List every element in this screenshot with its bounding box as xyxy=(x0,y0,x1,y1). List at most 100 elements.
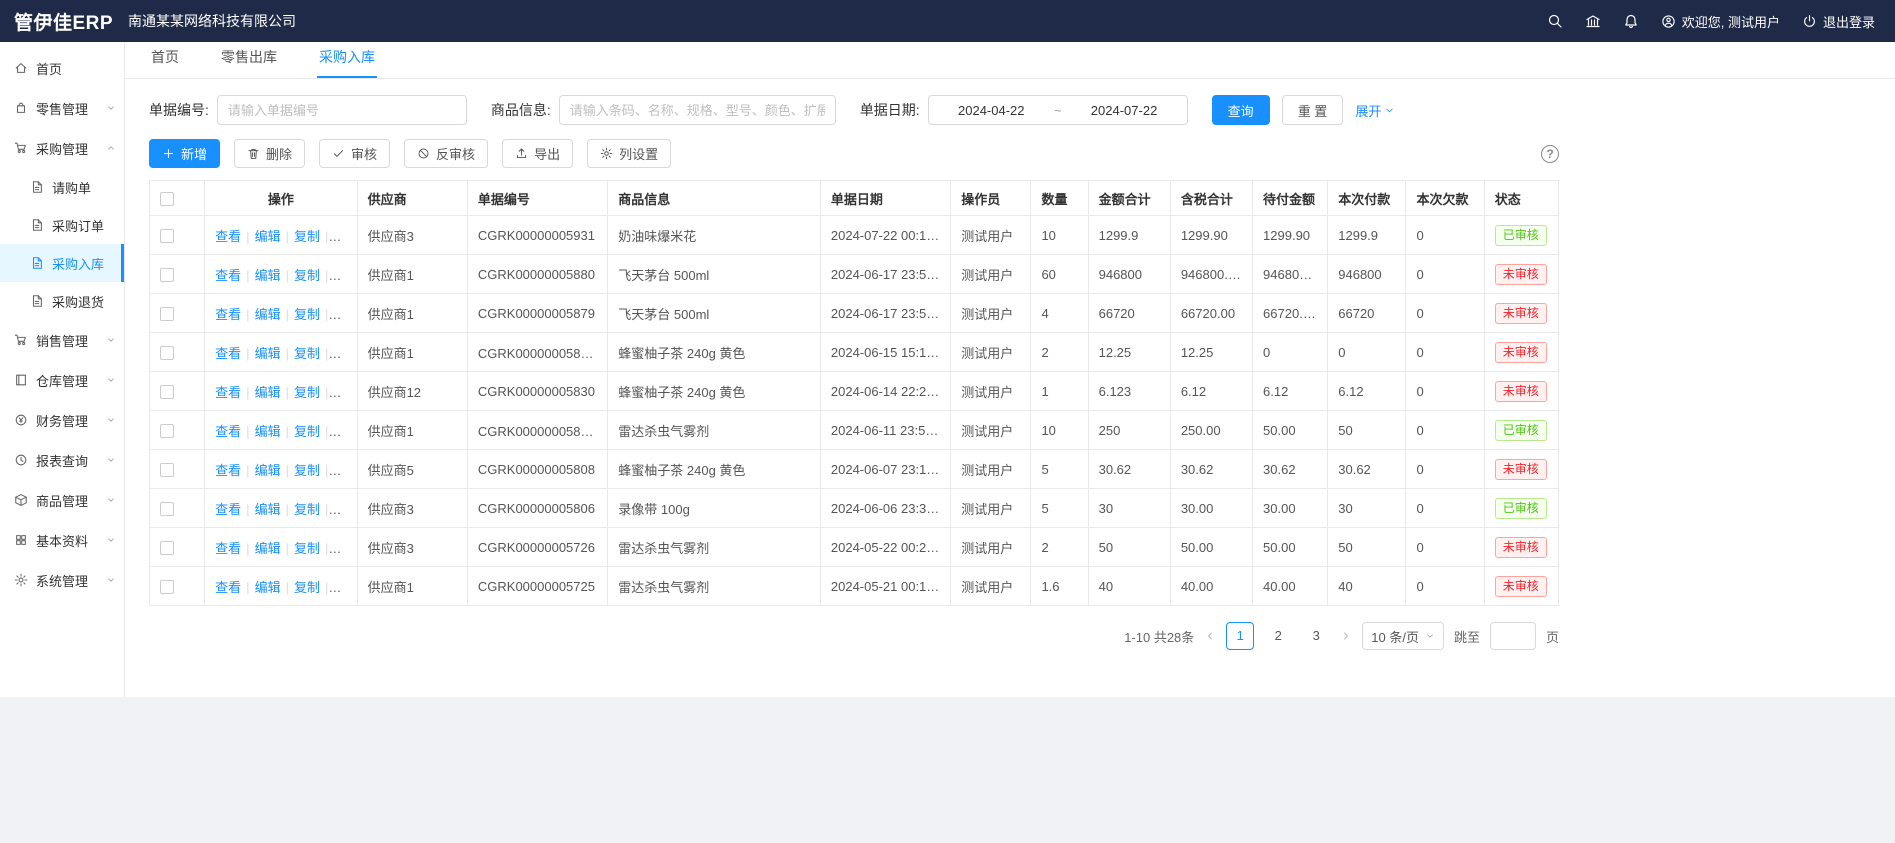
column-settings-button[interactable]: 列设置 xyxy=(587,139,671,168)
sidebar-item-goods[interactable]: 商品管理 xyxy=(0,480,124,520)
prev-page-button[interactable] xyxy=(1204,630,1216,642)
column-header-3[interactable]: 商品信息 xyxy=(608,181,821,216)
row-checkbox[interactable] xyxy=(160,424,174,438)
tab-purchase-in[interactable]: 采购入库 xyxy=(317,47,377,78)
row-checkbox[interactable] xyxy=(160,346,174,360)
column-header-10[interactable]: 本次付款 xyxy=(1328,181,1406,216)
sidebar-subitem-purchase-in[interactable]: 采购入库 xyxy=(0,244,124,282)
op-copy-link[interactable]: 复制 xyxy=(294,346,320,361)
op-copy-link[interactable]: 复制 xyxy=(294,541,320,556)
row-checkbox[interactable] xyxy=(160,268,174,282)
cell-unpaid: 40.00 xyxy=(1253,567,1328,606)
goods-info-input[interactable] xyxy=(559,95,836,125)
op-edit-link[interactable]: 编辑 xyxy=(255,463,281,478)
column-header-0[interactable]: 操作 xyxy=(205,181,357,216)
column-header-7[interactable]: 金额合计 xyxy=(1088,181,1170,216)
logout-button[interactable]: 退出登录 xyxy=(1802,12,1875,31)
op-edit-link[interactable]: 编辑 xyxy=(255,424,281,439)
op-edit-link[interactable]: 编辑 xyxy=(255,385,281,400)
op-edit-link[interactable]: 编辑 xyxy=(255,268,281,283)
op-view-link[interactable]: 查看 xyxy=(215,580,241,595)
sidebar-item-purchase[interactable]: 采购管理 xyxy=(0,128,124,168)
row-checkbox[interactable] xyxy=(160,307,174,321)
date-end-value[interactable]: 2024-07-22 xyxy=(1091,103,1158,118)
cell-status: 已审核 xyxy=(1484,411,1558,450)
sidebar-item-warehouse[interactable]: 仓库管理 xyxy=(0,360,124,400)
column-header-5[interactable]: 操作员 xyxy=(951,181,1031,216)
op-view-link[interactable]: 查看 xyxy=(215,229,241,244)
export-button[interactable]: 导出 xyxy=(502,139,573,168)
sidebar-item-system[interactable]: 系统管理 xyxy=(0,560,124,600)
page-size-select[interactable]: 10 条/页 xyxy=(1362,622,1444,650)
op-view-link[interactable]: 查看 xyxy=(215,424,241,439)
expand-link[interactable]: 展开 xyxy=(1355,101,1395,120)
sidebar-item-home[interactable]: 首页 xyxy=(0,48,124,88)
add-button[interactable]: 新增 xyxy=(149,139,220,168)
jump-page-input[interactable] xyxy=(1490,622,1536,650)
op-copy-link[interactable]: 复制 xyxy=(294,307,320,322)
sidebar-item-retail[interactable]: 零售管理 xyxy=(0,88,124,128)
op-view-link[interactable]: 查看 xyxy=(215,541,241,556)
op-view-link[interactable]: 查看 xyxy=(215,502,241,517)
op-edit-link[interactable]: 编辑 xyxy=(255,502,281,517)
op-edit-link[interactable]: 编辑 xyxy=(255,229,281,244)
op-copy-link[interactable]: 复制 xyxy=(294,385,320,400)
cell-date: 2024-06-17 23:59:00 xyxy=(820,255,950,294)
column-header-9[interactable]: 待付金额 xyxy=(1253,181,1328,216)
row-checkbox[interactable] xyxy=(160,580,174,594)
op-view-link[interactable]: 查看 xyxy=(215,307,241,322)
op-view-link[interactable]: 查看 xyxy=(215,268,241,283)
column-header-6[interactable]: 数量 xyxy=(1031,181,1088,216)
select-all-checkbox[interactable] xyxy=(160,192,174,206)
op-edit-link[interactable]: 编辑 xyxy=(255,346,281,361)
op-copy-link[interactable]: 复制 xyxy=(294,424,320,439)
bell-icon[interactable] xyxy=(1623,13,1639,29)
op-copy-link[interactable]: 复制 xyxy=(294,580,320,595)
op-copy-link[interactable]: 复制 xyxy=(294,463,320,478)
sidebar-subitem-purchase-return[interactable]: 采购退货 xyxy=(0,282,124,320)
row-checkbox[interactable] xyxy=(160,502,174,516)
help-icon[interactable]: ? xyxy=(1541,145,1559,163)
op-view-link[interactable]: 查看 xyxy=(215,385,241,400)
column-header-1[interactable]: 供应商 xyxy=(357,181,467,216)
op-view-link[interactable]: 查看 xyxy=(215,346,241,361)
op-copy-link[interactable]: 复制 xyxy=(294,268,320,283)
sidebar-item-finance[interactable]: 财务管理 xyxy=(0,400,124,440)
sidebar-item-report[interactable]: 报表查询 xyxy=(0,440,124,480)
column-header-2[interactable]: 单据编号 xyxy=(467,181,607,216)
row-checkbox[interactable] xyxy=(160,385,174,399)
row-checkbox[interactable] xyxy=(160,229,174,243)
delete-button[interactable]: 删除 xyxy=(234,139,305,168)
column-header-12[interactable]: 状态 xyxy=(1484,181,1558,216)
sidebar-subitem-purchase-request[interactable]: 请购单 xyxy=(0,168,124,206)
column-header-11[interactable]: 本次欠款 xyxy=(1406,181,1484,216)
op-edit-link[interactable]: 编辑 xyxy=(255,541,281,556)
tab-home[interactable]: 首页 xyxy=(149,47,181,78)
tab-retail-out[interactable]: 零售出库 xyxy=(219,47,279,78)
sidebar-item-base-data[interactable]: 基本资料 xyxy=(0,520,124,560)
bill-no-input[interactable] xyxy=(217,95,467,125)
bank-icon[interactable] xyxy=(1585,13,1601,29)
op-view-link[interactable]: 查看 xyxy=(215,463,241,478)
row-checkbox[interactable] xyxy=(160,463,174,477)
search-icon[interactable] xyxy=(1547,13,1563,29)
reset-button[interactable]: 重 置 xyxy=(1282,95,1344,125)
date-start-value[interactable]: 2024-04-22 xyxy=(958,103,1025,118)
next-page-button[interactable] xyxy=(1340,630,1352,642)
row-checkbox[interactable] xyxy=(160,541,174,555)
op-edit-link[interactable]: 编辑 xyxy=(255,580,281,595)
date-range-picker[interactable]: 2024-04-22 ~ 2024-07-22 xyxy=(928,95,1188,125)
page-button-3[interactable]: 3 xyxy=(1302,622,1330,650)
page-button-1[interactable]: 1 xyxy=(1226,622,1254,650)
unaudit-button[interactable]: 反审核 xyxy=(404,139,488,168)
op-copy-link[interactable]: 复制 xyxy=(294,229,320,244)
sidebar-item-sales[interactable]: 销售管理 xyxy=(0,320,124,360)
search-button[interactable]: 查询 xyxy=(1212,95,1270,125)
audit-button[interactable]: 审核 xyxy=(319,139,390,168)
op-edit-link[interactable]: 编辑 xyxy=(255,307,281,322)
op-copy-link[interactable]: 复制 xyxy=(294,502,320,517)
column-header-8[interactable]: 含税合计 xyxy=(1170,181,1252,216)
page-button-2[interactable]: 2 xyxy=(1264,622,1292,650)
sidebar-subitem-purchase-order[interactable]: 采购订单 xyxy=(0,206,124,244)
column-header-4[interactable]: 单据日期 xyxy=(820,181,950,216)
